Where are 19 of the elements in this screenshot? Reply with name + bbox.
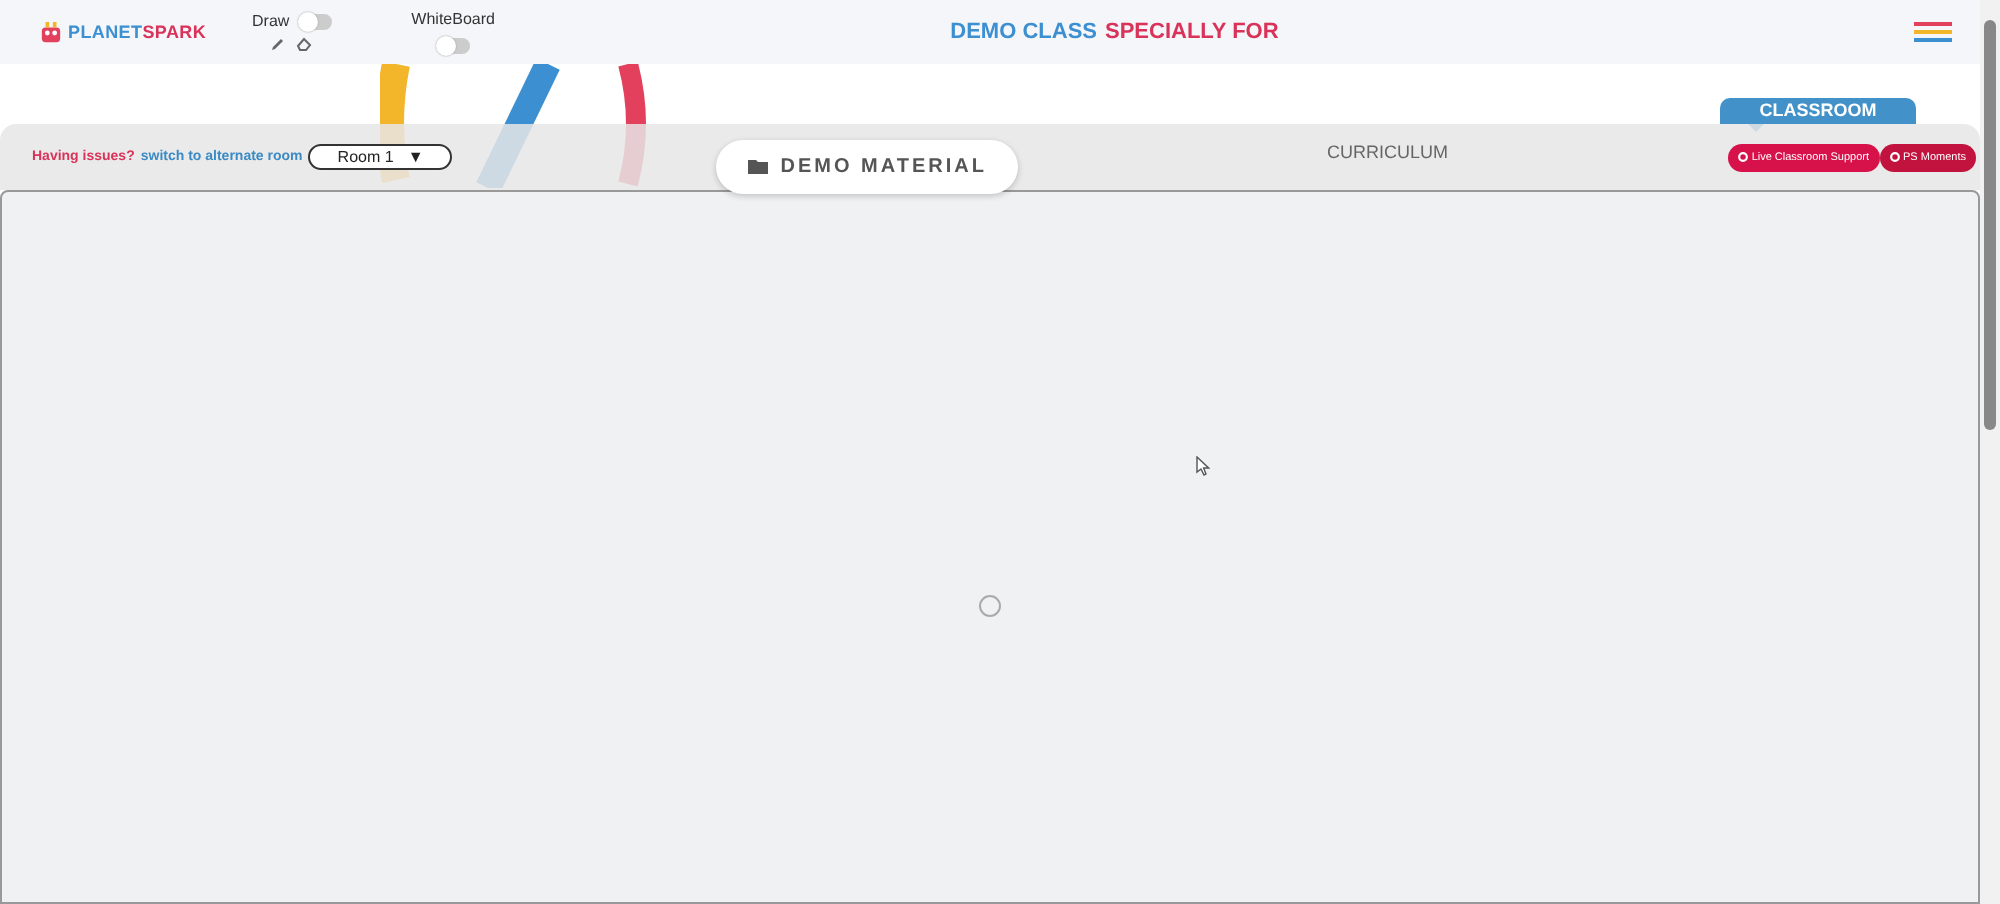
cursor-icon bbox=[1196, 456, 1210, 476]
circle-icon bbox=[1889, 152, 1900, 162]
loading-icon bbox=[978, 594, 1002, 618]
title-text: DEMO CLASS bbox=[950, 20, 1097, 44]
room-select[interactable]: Room 1 ▼ bbox=[308, 144, 453, 170]
folder-icon bbox=[748, 158, 769, 174]
logo-text: PLANETSPARK bbox=[68, 22, 207, 42]
eraser-icon[interactable] bbox=[296, 36, 313, 52]
draw-toggle[interactable] bbox=[299, 13, 332, 29]
tab[interactable]: DEMO MATERIAL bbox=[716, 139, 1019, 193]
title-text: SPECIALLY FOR bbox=[1105, 20, 1279, 44]
whiteboard-toggle[interactable] bbox=[437, 38, 470, 54]
tab[interactable]: CURRICULUM bbox=[1326, 141, 1448, 161]
whiteboard-label: WhiteBoard bbox=[411, 10, 495, 28]
logo-icon bbox=[40, 21, 62, 43]
draw-label: Draw bbox=[252, 12, 290, 30]
circle-icon bbox=[1737, 152, 1748, 162]
pencil-icon[interactable] bbox=[270, 36, 287, 52]
menu-icon[interactable] bbox=[1914, 22, 1952, 42]
